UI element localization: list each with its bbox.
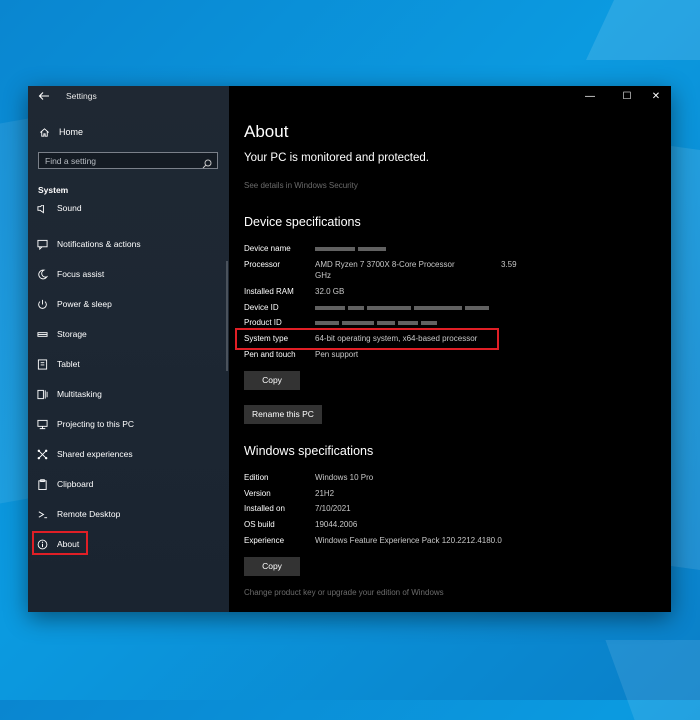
moon-icon xyxy=(36,268,48,280)
sidebar-item-label: Power & sleep xyxy=(57,299,112,309)
sidebar-item-clipboard[interactable]: Clipboard xyxy=(36,475,93,493)
spec-value: 7/10/2021 xyxy=(315,504,351,513)
tablet-icon xyxy=(36,358,48,370)
sidebar-item-label: Clipboard xyxy=(57,479,94,489)
sidebar-item-label: Shared experiences xyxy=(57,449,133,459)
rename-pc-button[interactable]: Rename this PC xyxy=(244,405,322,424)
spec-value: 32.0 GB xyxy=(315,287,345,296)
shared-icon xyxy=(36,448,48,460)
back-arrow-icon[interactable] xyxy=(38,90,52,104)
security-details-link[interactable]: See details in Windows Security xyxy=(244,181,358,190)
spec-label: Device ID xyxy=(244,303,279,312)
sidebar: Settings Home Find a setting System Soun… xyxy=(28,86,229,612)
spec-value: Windows Feature Experience Pack 120.2212… xyxy=(315,536,502,545)
multitasking-icon xyxy=(36,388,48,400)
sidebar-item-label: Sound xyxy=(57,205,82,213)
content-pane: — ☐ ✕ About Your PC is monitored and pro… xyxy=(229,86,671,612)
search-placeholder: Find a setting xyxy=(45,156,97,166)
copy-windows-specs-button[interactable]: Copy xyxy=(244,557,300,576)
storage-icon xyxy=(36,328,48,340)
sidebar-item-label: Projecting to this PC xyxy=(57,419,135,429)
spec-value: 21H2 xyxy=(315,489,335,498)
device-specs-heading: Device specifications xyxy=(244,215,361,229)
redacted-value xyxy=(315,244,389,253)
spec-label: Processor xyxy=(244,260,281,269)
copy-device-specs-button[interactable]: Copy xyxy=(244,371,300,390)
desktop-light-beam xyxy=(605,640,700,720)
spec-label: Installed on xyxy=(244,504,285,513)
sidebar-item-shared-experiences[interactable]: Shared experiences xyxy=(36,445,133,463)
sidebar-item-projecting[interactable]: Projecting to this PC xyxy=(36,415,134,433)
home-label: Home xyxy=(59,127,84,137)
page-title: About xyxy=(244,122,289,141)
sidebar-item-label: Notifications & actions xyxy=(57,239,141,249)
sidebar-item-remote-desktop[interactable]: Remote Desktop xyxy=(36,505,120,523)
spec-label: Device name xyxy=(244,244,291,253)
spec-value-extra: 3.59 xyxy=(501,260,517,269)
about-highlight-box xyxy=(32,531,88,555)
redacted-value xyxy=(315,303,492,312)
notifications-icon xyxy=(36,238,48,250)
spec-value-line2: GHz xyxy=(315,271,331,280)
spec-value: Pen support xyxy=(315,350,359,359)
title-bar: Settings xyxy=(28,86,229,108)
clipboard-icon xyxy=(36,478,48,490)
sidebar-item-sound[interactable]: Sound xyxy=(36,205,82,217)
protection-status: Your PC is monitored and protected. xyxy=(244,152,429,164)
power-icon xyxy=(36,298,48,310)
home-icon xyxy=(38,126,50,138)
spec-label: OS build xyxy=(244,520,275,529)
sidebar-item-notifications[interactable]: Notifications & actions xyxy=(36,235,141,253)
sidebar-item-multitasking[interactable]: Multitasking xyxy=(36,385,102,403)
app-title: Settings xyxy=(66,91,97,101)
system-type-highlight-box xyxy=(235,328,499,350)
redacted-value xyxy=(315,318,440,327)
sidebar-item-storage[interactable]: Storage xyxy=(36,325,87,343)
sidebar-item-label: Multitasking xyxy=(57,389,102,399)
remote-desktop-icon xyxy=(36,508,48,520)
change-product-key-link[interactable]: Change product key or upgrade your editi… xyxy=(244,588,444,597)
spec-label: Experience xyxy=(244,536,285,545)
projecting-icon xyxy=(36,418,48,430)
close-button[interactable]: ✕ xyxy=(646,90,666,104)
windows-specs-heading: Windows specifications xyxy=(244,444,374,458)
desktop-light-beam xyxy=(586,0,700,60)
spec-label: Pen and touch xyxy=(244,350,296,359)
section-label: System xyxy=(38,185,69,195)
spec-value: AMD Ryzen 7 3700X 8-Core Processor xyxy=(315,260,455,269)
sidebar-item-label: Remote Desktop xyxy=(57,509,121,519)
spec-value: 19044.2006 xyxy=(315,520,358,529)
minimize-button[interactable]: — xyxy=(580,90,600,104)
search-input[interactable]: Find a setting xyxy=(38,152,218,169)
search-icon[interactable] xyxy=(202,156,212,169)
sidebar-item-label: Focus assist xyxy=(57,269,105,279)
sidebar-item-tablet[interactable]: Tablet xyxy=(36,355,80,373)
sidebar-scrollbar[interactable] xyxy=(226,261,228,371)
sidebar-item-power-sleep[interactable]: Power & sleep xyxy=(36,295,112,313)
settings-window: Settings Home Find a setting System Soun… xyxy=(28,86,671,612)
sidebar-item-focus-assist[interactable]: Focus assist xyxy=(36,265,104,283)
spec-label: Installed RAM xyxy=(244,287,294,296)
spec-value: Windows 10 Pro xyxy=(315,473,374,482)
home-link[interactable]: Home xyxy=(38,124,83,140)
spec-label: Version xyxy=(244,489,271,498)
sidebar-item-label: Tablet xyxy=(57,359,80,369)
speaker-icon xyxy=(36,205,48,214)
spec-label: Product ID xyxy=(244,318,282,327)
maximize-button[interactable]: ☐ xyxy=(617,90,637,104)
sidebar-item-label: Storage xyxy=(57,329,87,339)
spec-label: Edition xyxy=(244,473,269,482)
